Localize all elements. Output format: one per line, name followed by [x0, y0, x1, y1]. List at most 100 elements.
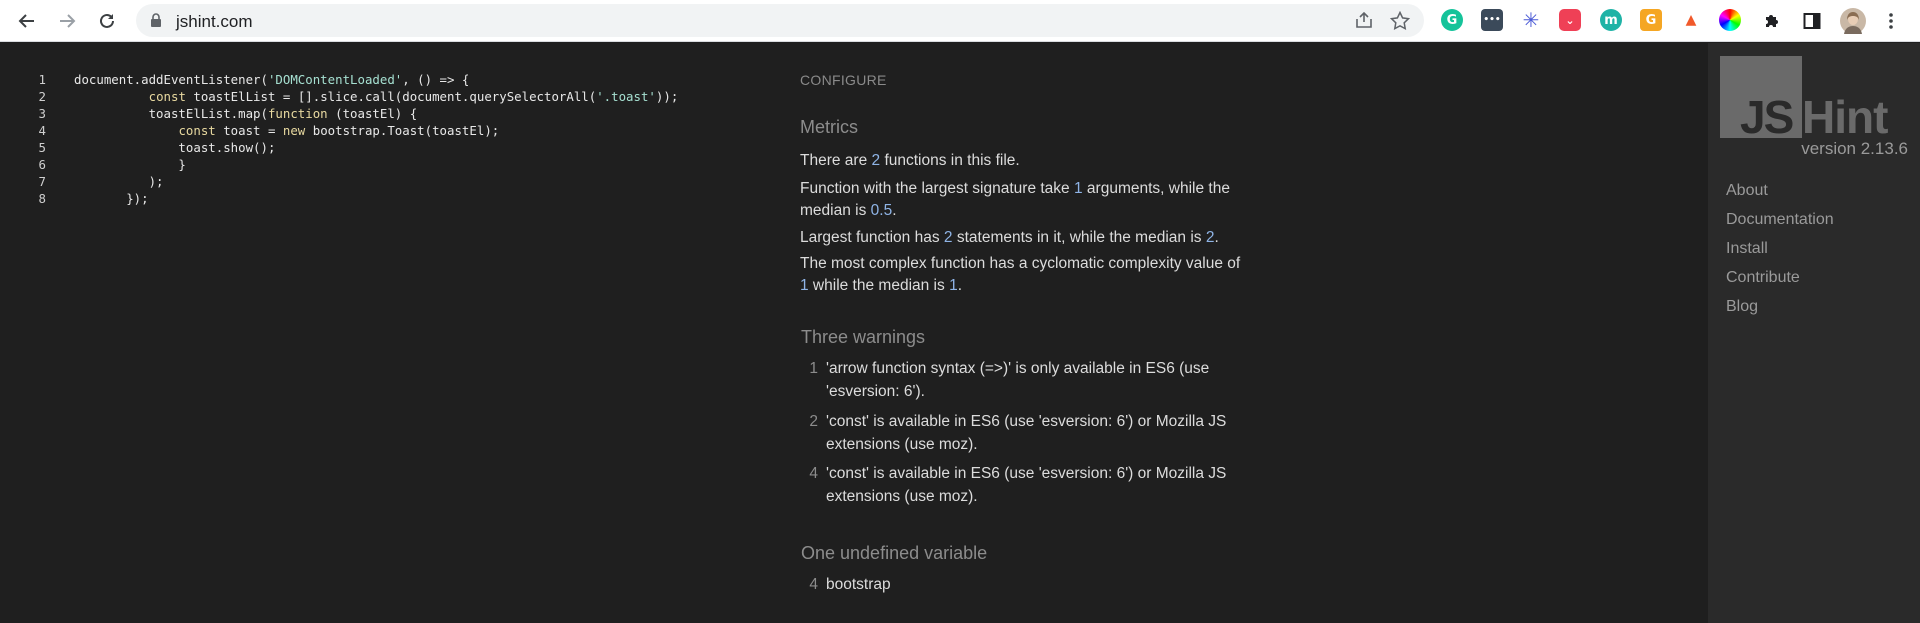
- code-text[interactable]: }: [46, 156, 186, 173]
- menu-button[interactable]: [1876, 6, 1906, 36]
- warnings-heading: Three warnings: [801, 327, 926, 347]
- kebab-menu-icon: [1889, 13, 1893, 29]
- jshint-logo[interactable]: JS Hint: [1720, 56, 1918, 143]
- snowflake-extension-icon[interactable]: ✳: [1520, 8, 1542, 32]
- code-token: });: [74, 191, 149, 206]
- code-token: );: [74, 174, 164, 189]
- warning-line-number[interactable]: 1: [804, 357, 818, 380]
- jshint-page: 1 document.addEventListener('DOMContentLo…: [0, 43, 1920, 623]
- code-token: toastElList.map(: [74, 106, 268, 121]
- avatar-icon: [1840, 8, 1866, 34]
- code-text[interactable]: toast.show();: [46, 139, 275, 156]
- keyword-token: function: [267, 106, 328, 121]
- code-token: , () => {: [402, 72, 470, 87]
- code-token: document.addEventListener(: [74, 72, 268, 87]
- code-token: bootstrap.Toast(toastEl);: [305, 123, 500, 138]
- undefined-variable-name: bootstrap: [826, 576, 891, 593]
- nav-link-about[interactable]: About: [1726, 182, 1768, 200]
- string-token: 'DOMContentLoaded': [267, 72, 403, 87]
- code-token: ));: [655, 89, 679, 104]
- url-text: jshint.com: [176, 12, 253, 31]
- logo-js-text: JS: [1740, 91, 1794, 143]
- g-orange-extension-icon[interactable]: G: [1640, 9, 1662, 31]
- lighthouse-extension-icon[interactable]: ▲: [1680, 9, 1702, 31]
- extensions-button[interactable]: [1757, 6, 1787, 36]
- configure-link[interactable]: CONFIGURE: [800, 72, 887, 88]
- keyword-token: const: [178, 123, 216, 138]
- warning-text: 'const' is available in ES6 (use 'esvers…: [826, 413, 1227, 453]
- arrow-right-icon: [60, 14, 76, 28]
- code-line[interactable]: 2 const toastElList = [].slice.call(docu…: [0, 88, 760, 105]
- code-line[interactable]: 4 const toast = new bootstrap.Toast(toas…: [0, 122, 760, 139]
- code-line[interactable]: 1 document.addEventListener('DOMContentLo…: [0, 71, 760, 88]
- code-text[interactable]: const toastElList = [].slice.call(docume…: [46, 88, 679, 105]
- code-line[interactable]: 6 }: [0, 156, 760, 173]
- metric-function-count: There are 2 functions in this file.: [800, 152, 1020, 169]
- code-text[interactable]: });: [46, 190, 149, 207]
- warning-text: 'arrow function syntax (=>)' is only ava…: [826, 360, 1210, 400]
- grammarly-extension-icon[interactable]: G: [1441, 9, 1463, 31]
- code-line[interactable]: 8 });: [0, 190, 760, 207]
- keyword-token: const: [148, 89, 186, 104]
- nav-link-contribute[interactable]: Contribute: [1726, 269, 1800, 287]
- lock-icon: [151, 13, 161, 27]
- code-text[interactable]: );: [46, 173, 164, 190]
- nav-link-documentation[interactable]: Documentation: [1726, 211, 1834, 229]
- string-token: '.toast': [596, 89, 656, 104]
- line-number: 5: [38, 140, 46, 155]
- metric-complexity: The most complex function has a cyclomat…: [800, 255, 1241, 294]
- nav-link-install[interactable]: Install: [1726, 240, 1768, 258]
- m-extension-icon[interactable]: m: [1600, 9, 1622, 31]
- logo-hint-text: Hint: [1802, 91, 1888, 143]
- metric-statements: Largest function has 2 statements in it,…: [800, 229, 1219, 246]
- arrow-left-icon: [18, 14, 34, 28]
- reload-button[interactable]: [92, 6, 122, 36]
- keyword-token: new: [282, 123, 306, 138]
- line-number: 7: [38, 174, 46, 189]
- line-number: 3: [38, 106, 46, 121]
- side-panel-icon: [1803, 13, 1821, 29]
- dots-extension-icon[interactable]: •••: [1481, 9, 1503, 31]
- code-line[interactable]: 7 );: [0, 173, 760, 190]
- forward-button[interactable]: [52, 6, 82, 36]
- sidebar: JS Hint version 2.13.6 About Documentati…: [1708, 43, 1920, 623]
- code-line[interactable]: 3 toastElList.map(function (toastEl) {: [0, 105, 760, 122]
- code-line[interactable]: 5 toast.show();: [0, 139, 760, 156]
- code-text[interactable]: toastElList.map(function (toastEl) {: [46, 105, 418, 122]
- warning-line-number[interactable]: 4: [804, 462, 818, 485]
- color-wheel-extension-icon[interactable]: [1719, 9, 1741, 31]
- version-label: version 2.13.6: [1801, 139, 1908, 158]
- code-token: }: [74, 157, 186, 172]
- code-token: toastElList = [].slice.call(document.que…: [185, 89, 597, 104]
- bookmark-star-icon[interactable]: [1390, 11, 1410, 30]
- code-editor[interactable]: 1 document.addEventListener('DOMContentLo…: [0, 71, 760, 207]
- profile-avatar[interactable]: [1838, 6, 1868, 36]
- undefined-line-number[interactable]: 4: [804, 573, 818, 596]
- puzzle-icon: [1766, 15, 1778, 27]
- pocket-extension-icon[interactable]: ⌄: [1559, 9, 1581, 31]
- share-icon[interactable]: [1354, 11, 1374, 29]
- code-token: toast.show();: [74, 140, 276, 155]
- warning-line-number[interactable]: 2: [804, 410, 818, 433]
- line-number: 4: [38, 123, 46, 138]
- metrics-heading: Metrics: [800, 117, 858, 137]
- reload-icon: [100, 13, 114, 28]
- line-number: 6: [38, 157, 46, 172]
- address-bar[interactable]: jshint.com: [136, 4, 1424, 37]
- line-number: 8: [38, 191, 46, 206]
- nav-link-blog[interactable]: Blog: [1726, 298, 1758, 316]
- code-text[interactable]: const toast = new bootstrap.Toast(toastE…: [46, 122, 499, 139]
- undefined-variables-heading: One undefined variable: [801, 543, 988, 563]
- code-token: (toastEl) {: [327, 106, 418, 121]
- code-text[interactable]: document.addEventListener('DOMContentLoa…: [46, 71, 469, 88]
- line-number: 1: [38, 72, 46, 87]
- warning-text: 'const' is available in ES6 (use 'esvers…: [826, 465, 1227, 505]
- metric-signature: Function with the largest signature take…: [800, 180, 1230, 219]
- back-button[interactable]: [12, 6, 42, 36]
- line-number: 2: [38, 89, 46, 104]
- side-panel-button[interactable]: [1797, 6, 1827, 36]
- code-token: toast =: [215, 123, 283, 138]
- browser-toolbar: jshint.com G ••• ✳ ⌄ m G ▲: [0, 0, 1920, 42]
